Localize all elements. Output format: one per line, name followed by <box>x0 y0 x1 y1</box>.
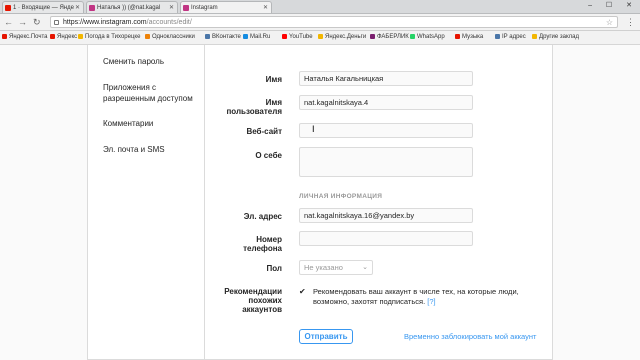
bookmark-icon <box>410 34 415 39</box>
bookmark-label: Музыка <box>462 34 484 40</box>
tab-instagram-profile[interactable]: Наталья )) (@nat.kagal ✕ <box>86 1 178 13</box>
chevron-down-icon: ⌄ <box>362 264 368 271</box>
url-host: https://www.instagram.com <box>63 19 147 26</box>
website-label: Веб-сайт <box>246 127 282 136</box>
recommend-checkbox[interactable]: ✔ <box>299 287 306 296</box>
gender-label: Пол <box>266 264 282 273</box>
bookmark-label: ВКонтакте <box>212 34 241 40</box>
url-input[interactable]: https://www.instagram.com/accounts/edit/… <box>50 16 618 28</box>
gender-select[interactable]: Не указано ⌄ <box>299 260 373 275</box>
text-cursor-icon: I <box>312 124 315 134</box>
url-path: /accounts/edit/ <box>146 19 192 26</box>
bookmark-icon <box>282 34 287 39</box>
tab-yandex-mail[interactable]: 1 · Входящие — Янде ✕ <box>2 1 84 13</box>
bookmark-label: YouTube <box>289 34 313 40</box>
bookmark-icon <box>455 34 460 39</box>
bookmark-icon <box>78 34 83 39</box>
bookmark-label: Mail.Ru <box>250 34 271 40</box>
bookmark-item[interactable]: WhatsApp <box>410 31 445 44</box>
bookmark-item[interactable]: Яндекс <box>50 31 77 44</box>
recommend-help-link[interactable]: [?] <box>427 297 435 306</box>
bookmark-item[interactable]: Погода в Тихорецке <box>78 31 140 44</box>
bookmark-item[interactable]: Mail.Ru <box>243 31 270 44</box>
bookmark-item[interactable]: Музыка <box>455 31 483 44</box>
submit-button[interactable]: Отправить <box>299 329 353 344</box>
bookmark-icon <box>50 34 55 39</box>
recommend-label: Рекомендации похожих аккаунтов <box>224 287 282 314</box>
bookmark-label: Погода в Тихорецке <box>85 34 141 40</box>
disable-account-link[interactable]: Временно заблокировать мой аккаунт <box>404 332 536 341</box>
bookmark-icon <box>532 34 537 39</box>
bookmark-icon <box>2 34 7 39</box>
bookmark-label: ФАБЕРЛИК <box>377 34 409 40</box>
bookmark-item[interactable]: Яндекс.Деньги <box>318 31 366 44</box>
section-private-info: ЛИЧНАЯ ИНФОРМАЦИЯ <box>299 193 383 200</box>
close-icon[interactable]: ✕ <box>263 2 268 13</box>
recommend-description: Рекомендовать ваш аккаунт в числе тех, н… <box>313 287 523 307</box>
close-icon[interactable]: ✕ <box>75 2 80 13</box>
browser-tab-strip: 1 · Входящие — Янде ✕ Наталья )) (@nat.k… <box>0 0 640 14</box>
star-icon[interactable]: ☆ <box>606 17 613 29</box>
username-label: Имя пользователя <box>226 98 282 116</box>
bookmark-icon <box>318 34 323 39</box>
bookmarks-bar: Яндекс.Почта Яндекс Погода в Тихорецке Одно… <box>0 31 640 45</box>
bio-label: О себе <box>255 151 282 160</box>
bookmark-item[interactable]: IP адрес <box>495 31 526 44</box>
email-label: Эл. адрес <box>243 212 282 221</box>
email-input[interactable]: nat.kagalnitskaya.16@yandex.by <box>299 208 473 223</box>
bookmark-icon <box>243 34 248 39</box>
bookmark-icon <box>145 34 150 39</box>
forward-icon[interactable]: → <box>18 15 27 29</box>
menu-icon[interactable]: ⋮ <box>626 15 635 29</box>
bio-textarea[interactable] <box>299 147 473 177</box>
bookmark-item[interactable]: Яндекс.Почта <box>2 31 48 44</box>
sidebar-item-authorized-apps[interactable]: Приложения с разрешенным доступом <box>103 82 199 104</box>
bookmark-item[interactable]: YouTube <box>282 31 313 44</box>
bookmark-icon <box>495 34 500 39</box>
instagram-icon <box>183 5 189 11</box>
bookmark-item[interactable]: Другие заклад <box>532 31 579 44</box>
yandex-mail-icon <box>5 5 11 11</box>
lock-icon <box>54 20 59 25</box>
bookmark-label: Другие заклад <box>539 34 579 40</box>
back-icon[interactable]: ← <box>4 15 13 29</box>
bookmark-item[interactable]: ВКонтакте <box>205 31 241 44</box>
sidebar-item-comments[interactable]: Комментарии <box>103 118 153 129</box>
gender-value: Не указано <box>304 263 343 272</box>
tab-label: Наталья )) (@nat.kagal <box>97 5 161 11</box>
instagram-icon <box>89 5 95 11</box>
bookmark-item[interactable]: ФАБЕРЛИК <box>370 31 409 44</box>
name-input[interactable]: Наталья Кагальницкая <box>299 71 473 86</box>
tab-instagram-active[interactable]: Instagram ✕ <box>180 1 272 13</box>
window-controls[interactable]: – ☐ ✕ <box>588 0 638 12</box>
reload-icon[interactable]: ↻ <box>33 15 41 29</box>
bookmark-label: WhatsApp <box>417 34 445 40</box>
bookmark-label: Яндекс <box>57 34 78 40</box>
bookmark-label: Одноклассники <box>152 34 195 40</box>
phone-label: Номер телефона <box>243 235 282 253</box>
phone-input[interactable] <box>299 231 473 246</box>
address-bar-row: ← → ↻ https://www.instagram.com/accounts… <box>0 14 640 31</box>
bookmark-icon <box>370 34 375 39</box>
close-icon[interactable]: ✕ <box>169 2 174 13</box>
bookmark-label: IP адрес <box>502 34 526 40</box>
tab-label: 1 · Входящие — Янде <box>13 5 74 11</box>
tab-label: Instagram <box>191 5 218 11</box>
website-input[interactable] <box>299 123 473 138</box>
sidebar-item-change-password[interactable]: Сменить пароль <box>103 56 164 67</box>
bookmark-label: Яндекс.Почта <box>9 34 48 40</box>
recommend-text: Рекомендовать ваш аккаунт в числе тех, н… <box>313 287 519 306</box>
bookmark-item[interactable]: Одноклассники <box>145 31 195 44</box>
username-input[interactable]: nat.kagalnitskaya.4 <box>299 95 473 110</box>
bookmark-icon <box>205 34 210 39</box>
settings-sidebar: Сменить пароль Приложения с разрешенным … <box>87 45 205 360</box>
bookmark-label: Яндекс.Деньги <box>325 34 367 40</box>
name-label: Имя <box>265 75 282 84</box>
sidebar-item-email-sms[interactable]: Эл. почта и SMS <box>103 144 165 155</box>
